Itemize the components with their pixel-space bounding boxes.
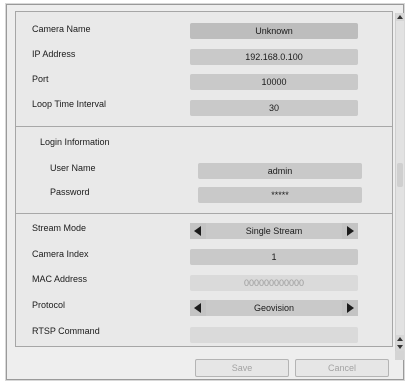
password-label: Password [50,187,90,197]
loop-time-label: Loop Time Interval [32,99,107,109]
port-label: Port [32,74,49,84]
password-field[interactable]: ***** [198,187,362,203]
ip-address-label: IP Address [32,49,76,59]
user-name-label: User Name [50,163,96,173]
port-field[interactable]: 10000 [190,74,358,90]
left-triangle-icon [194,226,201,236]
scroll-down-button[interactable] [396,343,404,351]
stream-mode-label: Stream Mode [32,223,87,233]
camera-name-field[interactable]: Unknown [190,23,358,39]
scroll-up-button[interactable] [396,13,404,21]
right-triangle-icon [347,226,354,236]
stream-mode-value: Single Stream [245,226,303,236]
rtsp-command-label: RTSP Command [32,326,100,336]
scroll-down-arrow-icon [397,345,403,349]
camera-index-label: Camera Index [32,249,89,259]
vertical-scrollbar[interactable] [395,13,404,351]
cancel-button[interactable]: Cancel [295,359,389,377]
protocol-value: Geovision [253,303,295,313]
user-name-field[interactable]: admin [198,163,362,179]
section-divider [16,126,392,127]
rtsp-command-field [190,327,358,343]
loop-time-field[interactable]: 30 [190,100,358,116]
protocol-spinner: Geovision [190,300,358,316]
section-divider [16,213,392,214]
login-info-title: Login Information [40,137,110,147]
scrollbar-thumb[interactable] [397,163,403,187]
stream-mode-next-button[interactable] [342,223,358,239]
stream-mode-spinner: Single Stream [190,223,358,239]
protocol-prev-button[interactable] [190,300,206,316]
ip-address-field[interactable]: 192.168.0.100 [190,49,358,65]
protocol-label: Protocol [32,300,66,310]
scrollbar-corner [395,351,404,360]
save-button[interactable]: Save [195,359,289,377]
mac-address-field: 000000000000 [190,275,358,291]
scroll-up-button-lower[interactable] [396,335,404,343]
mac-address-label: MAC Address [32,274,88,284]
scroll-up-arrow-icon [397,15,403,19]
stream-mode-prev-button[interactable] [190,223,206,239]
camera-settings-dialog: Camera Name Unknown IP Address 192.168.0… [6,4,404,380]
scroll-up-arrow-icon [397,337,403,341]
camera-name-label: Camera Name [32,24,91,34]
left-triangle-icon [194,303,201,313]
camera-index-field[interactable]: 1 [190,249,358,265]
right-triangle-icon [347,303,354,313]
settings-panel: Camera Name Unknown IP Address 192.168.0… [15,11,393,347]
protocol-next-button[interactable] [342,300,358,316]
